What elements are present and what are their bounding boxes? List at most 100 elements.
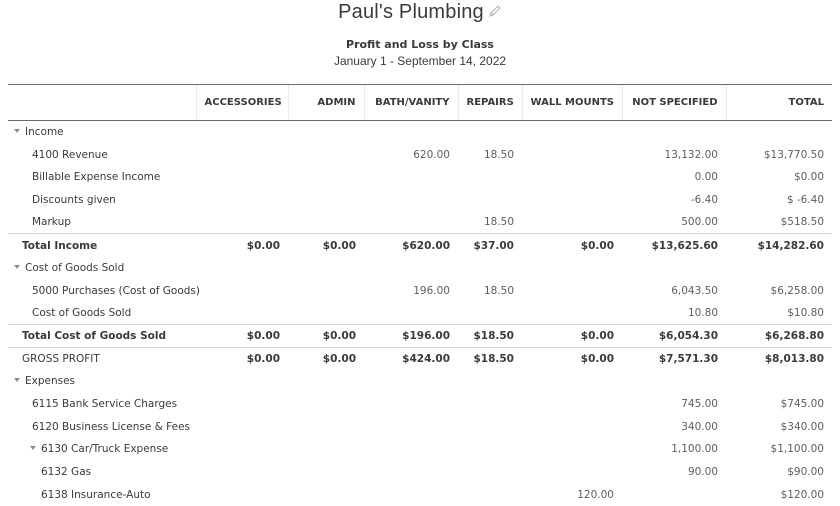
row-label-cell[interactable]: Income <box>8 121 196 144</box>
group-row: Income <box>8 121 832 144</box>
amount-cell <box>522 257 622 280</box>
amount-cell[interactable]: $14,282.60 <box>726 234 832 257</box>
amount-cell[interactable]: 13,132.00 <box>622 143 726 166</box>
amount-cell <box>196 279 288 302</box>
amount-cell <box>622 484 726 506</box>
amount-cell <box>458 189 522 212</box>
pencil-icon[interactable] <box>488 1 502 15</box>
amount-cell[interactable]: $10.80 <box>726 302 832 325</box>
amount-cell[interactable]: $424.00 <box>364 347 458 370</box>
amount-cell[interactable]: 10.80 <box>622 302 726 325</box>
column-header-total[interactable]: TOTAL <box>726 85 832 121</box>
column-header-repairs[interactable]: REPAIRS <box>458 85 522 121</box>
amount-cell[interactable]: $0.00 <box>522 234 622 257</box>
amount-cell[interactable]: 500.00 <box>622 211 726 234</box>
row-label: Markup <box>32 216 71 228</box>
column-header-not-specified[interactable]: NOT SPECIFIED <box>622 85 726 121</box>
amount-cell[interactable]: 120.00 <box>522 484 622 506</box>
amount-cell[interactable]: $0.00 <box>522 325 622 348</box>
row-label-cell[interactable]: Cost of Goods Sold <box>8 257 196 280</box>
table-row: Billable Expense Income0.00$0.00 <box>8 166 832 189</box>
amount-cell <box>288 302 364 325</box>
amount-cell <box>458 415 522 438</box>
amount-cell[interactable]: 340.00 <box>622 415 726 438</box>
column-header-bath-vanity[interactable]: BATH/VANITY <box>364 85 458 121</box>
amount-cell[interactable]: $340.00 <box>726 415 832 438</box>
caret-down-icon[interactable] <box>14 378 20 382</box>
row-label-cell: 6138 Insurance-Auto <box>8 484 196 506</box>
column-header-wall-mounts[interactable]: WALL MOUNTS <box>522 85 622 121</box>
amount-cell <box>522 415 622 438</box>
table-row: 6138 Insurance-Auto 120.00 $120.00 <box>8 484 832 506</box>
amount-cell[interactable]: $6,268.80 <box>726 325 832 348</box>
amount-cell[interactable]: 1,100.00 <box>622 438 726 461</box>
amount-cell[interactable]: 6,043.50 <box>622 279 726 302</box>
amount-cell[interactable]: $37.00 <box>458 234 522 257</box>
group-row: 6130 Car/Truck Expense 1,100.00$1,100.00 <box>8 438 832 461</box>
report-date-range[interactable]: January 1 - September 14, 2022 <box>0 54 840 68</box>
amount-cell[interactable]: $6,258.00 <box>726 279 832 302</box>
row-label: 6132 Gas <box>41 466 91 478</box>
amount-cell[interactable]: 90.00 <box>622 461 726 484</box>
amount-cell <box>364 393 458 416</box>
amount-cell[interactable]: $6,054.30 <box>622 325 726 348</box>
amount-cell <box>522 438 622 461</box>
amount-cell[interactable]: $18.50 <box>458 347 522 370</box>
amount-cell <box>458 484 522 506</box>
amount-cell[interactable]: $0.00 <box>522 347 622 370</box>
caret-down-icon[interactable] <box>30 446 36 450</box>
amount-cell[interactable]: 745.00 <box>622 393 726 416</box>
amount-cell <box>364 415 458 438</box>
amount-cell[interactable]: $13,625.60 <box>622 234 726 257</box>
amount-cell[interactable]: $8,013.80 <box>726 347 832 370</box>
amount-cell[interactable]: 18.50 <box>458 279 522 302</box>
amount-cell[interactable]: $745.00 <box>726 393 832 416</box>
amount-cell <box>364 461 458 484</box>
amount-cell[interactable]: $0.00 <box>288 234 364 257</box>
amount-cell <box>522 279 622 302</box>
amount-cell[interactable]: -6.40 <box>622 189 726 212</box>
amount-cell <box>364 189 458 212</box>
amount-cell[interactable]: 196.00 <box>364 279 458 302</box>
amount-cell[interactable]: $0.00 <box>726 166 832 189</box>
row-label-cell: 4100 Revenue <box>8 143 196 166</box>
row-label-cell[interactable]: Expenses <box>8 370 196 393</box>
amount-cell[interactable]: $0.00 <box>196 325 288 348</box>
amount-cell[interactable]: $196.00 <box>364 325 458 348</box>
amount-cell[interactable]: $13,770.50 <box>726 143 832 166</box>
row-label-cell[interactable]: 6130 Car/Truck Expense <box>8 438 196 461</box>
amount-cell[interactable]: $0.00 <box>196 347 288 370</box>
amount-cell <box>196 438 288 461</box>
row-label: Income <box>25 126 64 138</box>
caret-down-icon[interactable] <box>14 129 20 133</box>
amount-cell[interactable]: $ -6.40 <box>726 189 832 212</box>
amount-cell[interactable]: $18.50 <box>458 325 522 348</box>
amount-cell[interactable]: 620.00 <box>364 143 458 166</box>
row-label-cell: Markup <box>8 211 196 234</box>
amount-cell[interactable]: $1,100.00 <box>726 438 832 461</box>
column-header-admin[interactable]: ADMIN <box>288 85 364 121</box>
amount-cell[interactable]: 0.00 <box>622 166 726 189</box>
amount-cell <box>196 461 288 484</box>
total-row: Total Cost of Goods Sold$0.00$0.00$196.0… <box>8 325 832 348</box>
amount-cell[interactable]: $7,571.30 <box>622 347 726 370</box>
table-row: 4100 Revenue 620.0018.50 13,132.00$13,770.… <box>8 143 832 166</box>
amount-cell[interactable]: 18.50 <box>458 143 522 166</box>
amount-cell[interactable]: $90.00 <box>726 461 832 484</box>
column-header-accessories[interactable]: ACCESSORIES <box>196 85 288 121</box>
amount-cell[interactable]: $0.00 <box>288 347 364 370</box>
amount-cell <box>458 302 522 325</box>
amount-cell[interactable]: $120.00 <box>726 484 832 506</box>
amount-cell <box>364 484 458 506</box>
amount-cell <box>288 279 364 302</box>
amount-cell[interactable]: $0.00 <box>196 234 288 257</box>
amount-cell <box>522 189 622 212</box>
caret-down-icon[interactable] <box>14 265 20 269</box>
table-row: 6120 Business License & Fees340.00$340.0… <box>8 415 832 438</box>
amount-cell[interactable]: 18.50 <box>458 211 522 234</box>
amount-cell[interactable]: $0.00 <box>288 325 364 348</box>
amount-cell[interactable]: $620.00 <box>364 234 458 257</box>
amount-cell[interactable]: $518.50 <box>726 211 832 234</box>
amount-cell <box>622 370 726 393</box>
amount-cell <box>522 393 622 416</box>
